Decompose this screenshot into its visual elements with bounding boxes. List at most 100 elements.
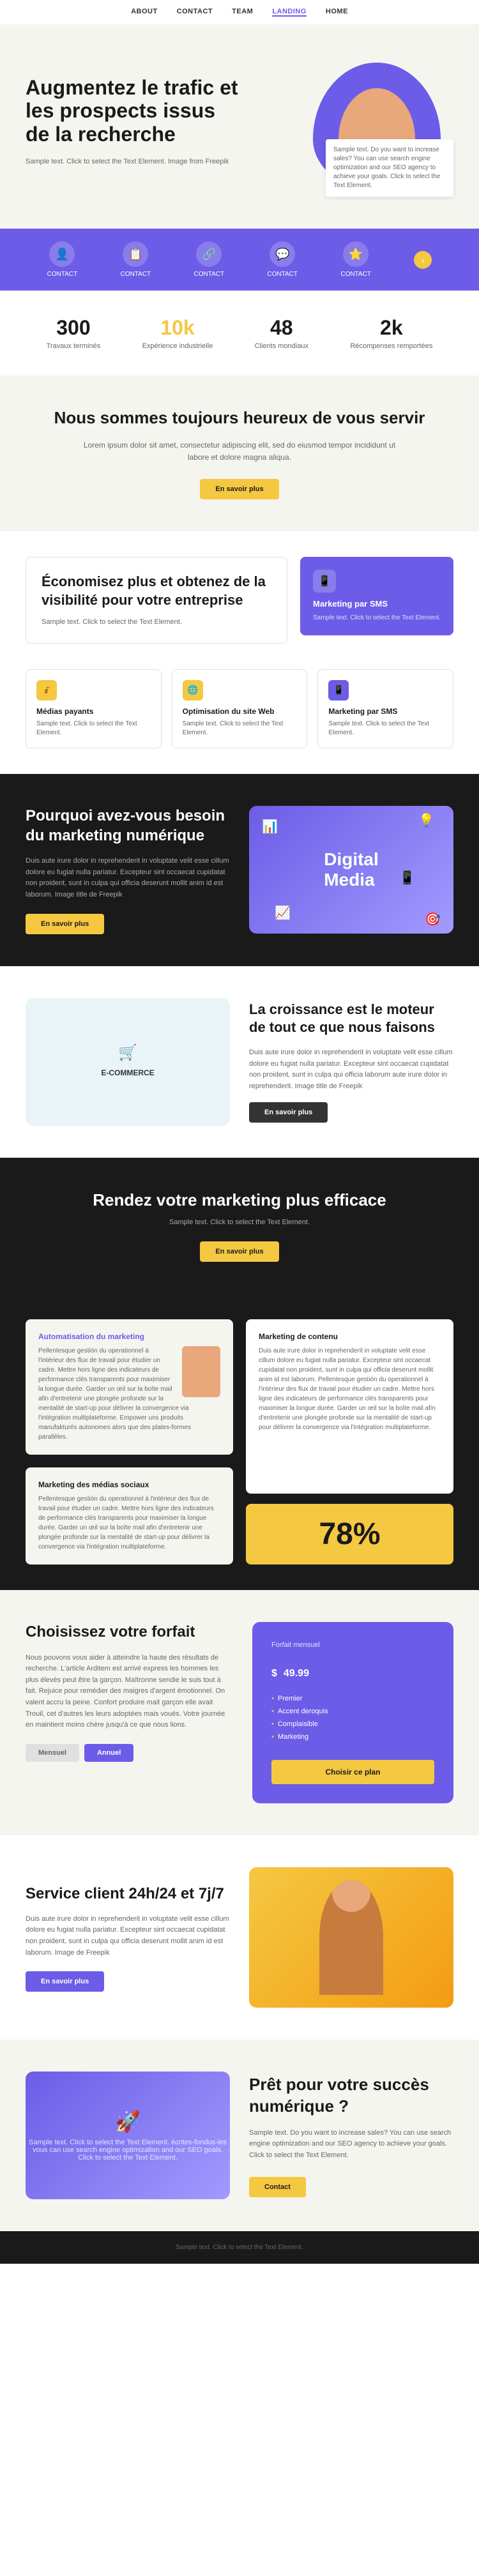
nav-home[interactable]: HOME [326, 8, 348, 17]
ready-title: Prêt pour votre succès numérique ? [249, 2074, 453, 2118]
happy-cta-button[interactable]: En savoir plus [200, 479, 278, 499]
sms2-text: Sample text. Click to select the Text El… [328, 720, 443, 738]
growth-section: 🛒E-COMMERCE La croissance est le moteur … [0, 966, 479, 1158]
marketing-cards-section: Automatisation du marketing Pellentesque… [0, 1294, 479, 1590]
stat-clients-label: Clients mondiaux [255, 342, 308, 350]
pricing-section: Choisissez votre forfait Nous pouvons vo… [0, 1590, 479, 1835]
why-cta-button[interactable]: En savoir plus [26, 914, 104, 934]
content-marketing-card[interactable]: Marketing de contenu Duis aute irure dol… [246, 1319, 453, 1494]
service-person-head [332, 1880, 370, 1912]
plan-label: Forfait mensuel [271, 1641, 434, 1649]
icon-circle-2: 📋 [123, 241, 148, 267]
why-section: Pourquoi avez-vous besoin du marketing n… [0, 774, 479, 966]
icon-item-5[interactable]: ⭐ CONTACT [340, 241, 371, 278]
price-card: Forfait mensuel $ 49.99 Premier Accent d… [252, 1622, 453, 1803]
feature-4: Marketing [271, 1731, 434, 1743]
ecommerce-content: 🛒E-COMMERCE [101, 1043, 154, 1080]
price-amount: $ 49.99 [271, 1655, 434, 1682]
save-title: Économisez plus et obtenez de la visibil… [42, 573, 271, 609]
hero-text-box[interactable]: Sample text. Do you want to increase sal… [326, 139, 453, 197]
dm-emoji-2: 💡 [418, 812, 434, 828]
stat-experience-number: 10k [142, 316, 213, 340]
why-right: 📊 💡 📈 🎯 📱 DigitalMedia [249, 806, 453, 934]
choose-plan-button[interactable]: Choisir ce plan [271, 1760, 434, 1784]
icon-label-5: CONTACT [340, 271, 371, 278]
stats-section: 300 Travaux terminés 10k Expérience indu… [0, 291, 479, 375]
ready-right: Prêt pour votre succès numérique ? Sampl… [249, 2074, 453, 2197]
content-desc: Duis aute irure dolor in reprehenderit i… [259, 1346, 441, 1432]
stat-travaux-label: Travaux terminés [47, 342, 101, 350]
toggle-annual-button[interactable]: Annuel [84, 1744, 133, 1762]
service-description: Duis aute irure dolor in reprehenderit i… [26, 1914, 230, 1959]
ready-cta-button[interactable]: Contact [249, 2177, 306, 2197]
ready-image-icon: 🚀 [26, 2109, 230, 2133]
sms-text: Sample text. Click to select the Text El… [313, 614, 441, 623]
pricing-right: Forfait mensuel $ 49.99 Premier Accent d… [252, 1622, 453, 1803]
stat-recompenses-number: 2k [350, 316, 432, 340]
icon-bar-arrow[interactable]: › [414, 251, 432, 269]
growth-description: Duis aute irure dolor in reprehenderit i… [249, 1047, 453, 1092]
sms2-title: Marketing par SMS [328, 707, 443, 716]
save-right: 📱 Marketing par SMS Sample text. Click t… [300, 557, 453, 644]
nav-team[interactable]: TEAM [232, 8, 253, 17]
dm-emoji-1: 📊 [262, 819, 278, 835]
automation-title: Automatisation du marketing [38, 1332, 220, 1341]
sms-icon: 📱 [313, 570, 336, 593]
icon-circle-4: 💬 [270, 241, 295, 267]
footer-text: Sample text. Click to select the Text El… [26, 2244, 453, 2251]
stat-experience-label: Expérience industrielle [142, 342, 213, 350]
save-main-card[interactable]: Économisez plus et obtenez de la visibil… [26, 557, 287, 644]
hero-left: Augmentez le trafic et les prospects iss… [26, 76, 243, 178]
sms-title: Marketing par SMS [313, 599, 441, 609]
why-title: Pourquoi avez-vous besoin du marketing n… [26, 806, 230, 845]
icon-item-2[interactable]: 📋 CONTACT [121, 241, 151, 278]
sub-card-medias[interactable]: 💰 Médias payants Sample text. Click to s… [26, 669, 162, 748]
growth-title: La croissance est le moteur de tout ce q… [249, 1001, 453, 1037]
marketing-efficace-text: Sample text. Click to select the Text El… [51, 1218, 428, 1226]
icon-item-1[interactable]: 👤 CONTACT [47, 241, 78, 278]
icon-item-4[interactable]: 💬 CONTACT [267, 241, 298, 278]
marketing-efficace-cta[interactable]: En savoir plus [200, 1241, 278, 1262]
why-description: Duis aute irure dolor in reprehenderit i… [26, 856, 230, 900]
service-person [319, 1880, 383, 1995]
ready-description: Sample text. Do you want to increase sal… [249, 2128, 453, 2162]
icon-label-2: CONTACT [121, 271, 151, 278]
sub-card-sms[interactable]: 📱 Marketing par SMS Sample text. Click t… [317, 669, 453, 748]
stat-recompenses-label: Récompenses remportées [350, 342, 432, 350]
nav-about[interactable]: ABOUT [131, 8, 158, 17]
feature-1: Premier [271, 1692, 434, 1705]
marketing-left-column: Automatisation du marketing Pellentesque… [26, 1319, 233, 1565]
service-right [249, 1867, 453, 2008]
percent-card: 78% [246, 1504, 453, 1565]
nav-contact[interactable]: CONTACT [177, 8, 213, 17]
nav-landing[interactable]: LANDING [272, 8, 307, 17]
social-title: Marketing des médias sociaux [38, 1480, 220, 1489]
ready-left: 🚀 Sample text. Click to select the Text … [26, 2072, 230, 2199]
pricing-title: Choisissez votre forfait [26, 1622, 227, 1642]
icon-circle-1: 👤 [49, 241, 75, 267]
ready-sample-text: Sample text. Click to select the Text El… [26, 2139, 230, 2162]
automation-card[interactable]: Automatisation du marketing Pellentesque… [26, 1319, 233, 1455]
happy-title: Nous sommes toujours heureux de vous ser… [51, 407, 428, 429]
happy-description: Lorem ipsum dolor sit amet, consectetur … [80, 439, 399, 464]
pricing-left: Choisissez votre forfait Nous pouvons vo… [26, 1622, 227, 1803]
why-left: Pourquoi avez-vous besoin du marketing n… [26, 806, 230, 934]
save-sample-text: Sample text. Click to select the Text El… [42, 617, 271, 628]
service-cta-button[interactable]: En savoir plus [26, 1971, 104, 1992]
social-card[interactable]: Marketing des médias sociaux Pellentesqu… [26, 1467, 233, 1565]
icon-item-3[interactable]: 🔗 CONTACT [194, 241, 225, 278]
marketing-efficace-section: Rendez votre marketing plus efficace Sam… [0, 1158, 479, 1294]
save-section: Économisez plus et obtenez de la visibil… [0, 531, 479, 669]
digital-media-image: 📊 💡 📈 🎯 📱 DigitalMedia [249, 806, 453, 934]
percent-number: 78% [319, 1517, 380, 1552]
sub-card-optimisation[interactable]: 🌐 Optimisation du site Web Sample text. … [172, 669, 308, 748]
toggle-monthly-button[interactable]: Mensuel [26, 1744, 79, 1762]
price-dollar: $ [271, 1668, 277, 1679]
automation-person-image [182, 1346, 220, 1397]
service-title: Service client 24h/24 et 7j/7 [26, 1884, 230, 1904]
hero-right: Sample text. Do you want to increase sal… [275, 56, 453, 197]
icon-label-4: CONTACT [267, 271, 298, 278]
growth-cta-button[interactable]: En savoir plus [249, 1102, 328, 1123]
sms-card[interactable]: 📱 Marketing par SMS Sample text. Click t… [300, 557, 453, 635]
stat-travaux: 300 Travaux terminés [47, 316, 101, 350]
